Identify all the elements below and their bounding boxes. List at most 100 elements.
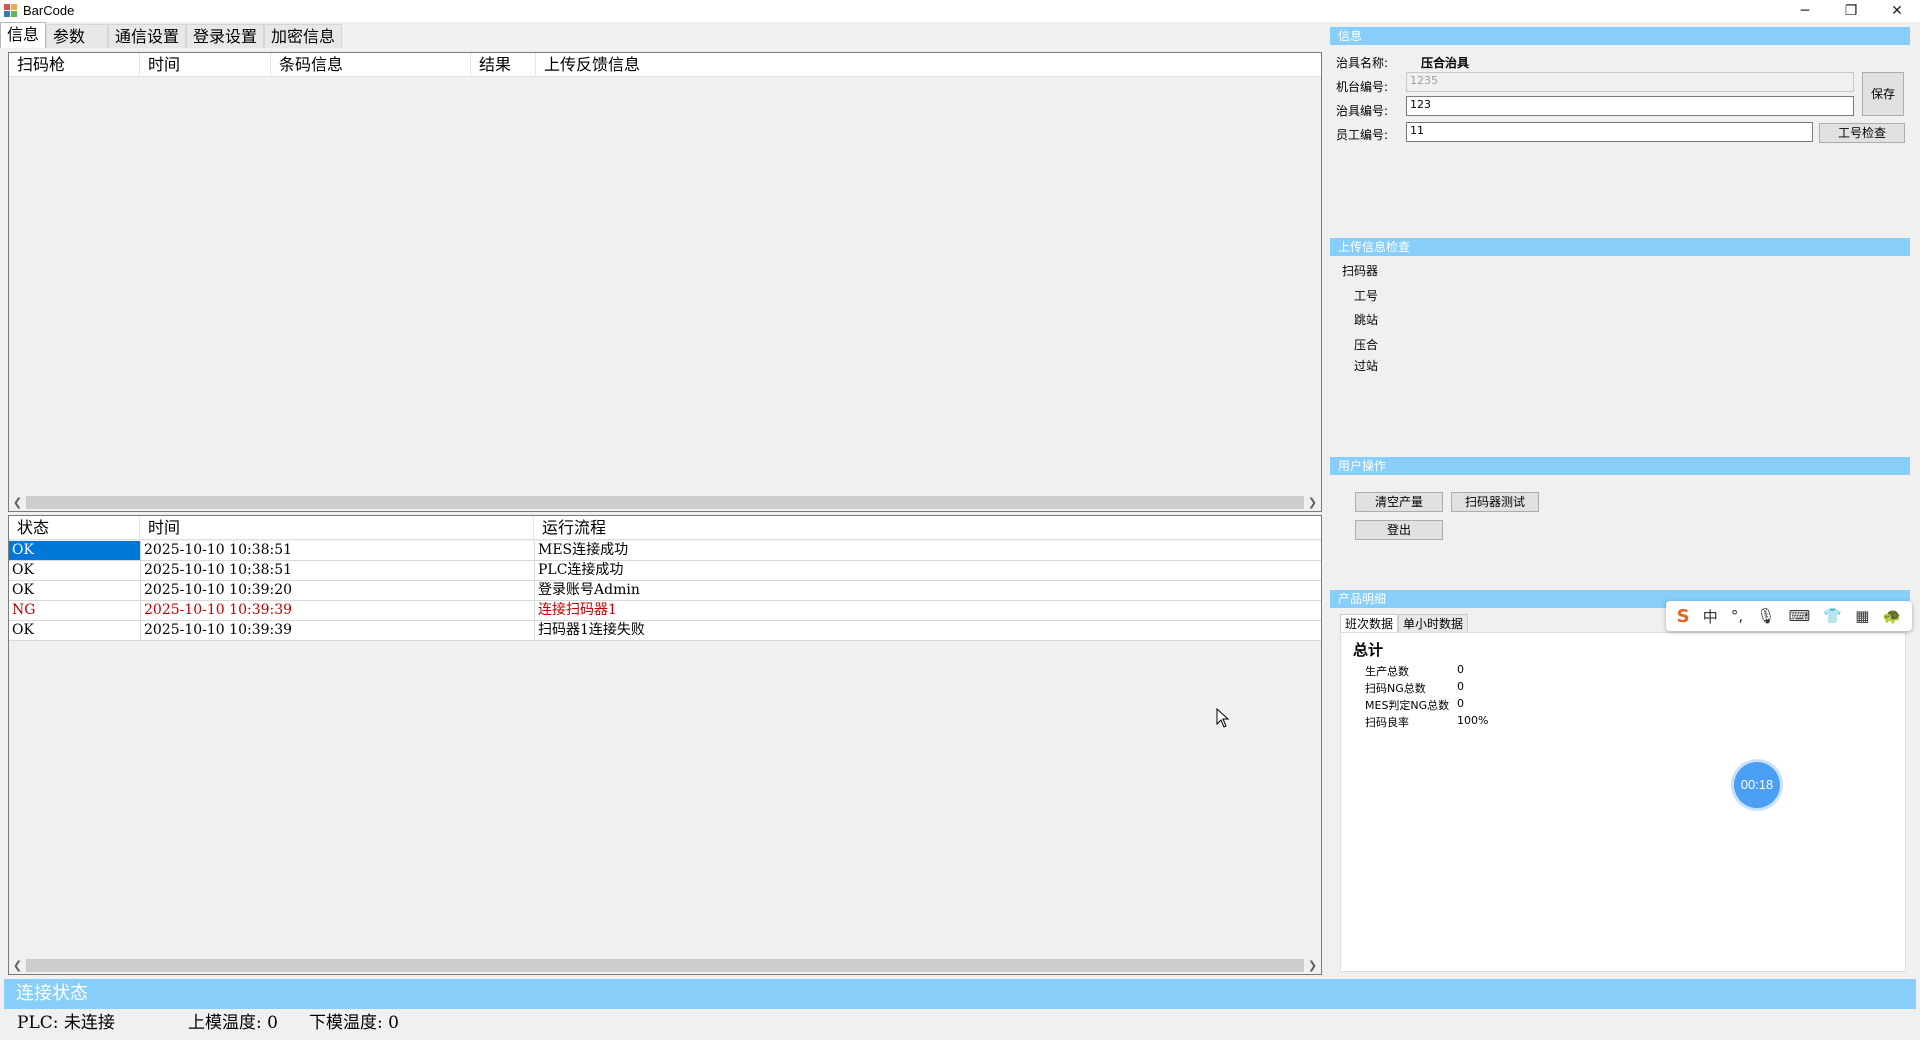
log-time-cell: 2025-10-10 10:39:20 xyxy=(140,581,534,600)
restore-button[interactable]: ❐ xyxy=(1828,0,1874,22)
ime-skin-icon[interactable]: 👕 xyxy=(1823,607,1842,625)
tree-item-press[interactable]: 压合 xyxy=(1354,336,1378,353)
ime-toolbar: S 中 °, 🎙 ⌨ 👕 ▦ 🐢 xyxy=(1666,601,1912,631)
col-flow[interactable]: 运行流程 xyxy=(534,516,834,540)
log-status-cell: OK xyxy=(12,582,34,598)
tree-item-pass-station[interactable]: 过站 xyxy=(1354,357,1378,374)
connection-status-bar: PLC: 未连接 上模温度: 0 下模温度: 0 xyxy=(4,1009,1916,1037)
ime-apps-icon[interactable]: ▦ xyxy=(1855,607,1869,625)
fixture-no-label: 治具编号: xyxy=(1336,104,1389,118)
scroll-thumb[interactable] xyxy=(26,496,1304,509)
ime-keyboard-icon[interactable]: ⌨ xyxy=(1789,607,1811,625)
tree-item-skip-station[interactable]: 跳站 xyxy=(1354,311,1378,328)
scroll-right-icon[interactable]: ❯ xyxy=(1304,494,1321,511)
info-panel-header: 信息 xyxy=(1330,27,1910,45)
fixture-no-field[interactable]: 123 xyxy=(1406,96,1854,116)
log-status-cell: OK xyxy=(9,541,140,560)
col-result[interactable]: 结果 xyxy=(471,53,536,77)
col-scanner[interactable]: 扫码枪 xyxy=(9,53,140,77)
col-status[interactable]: 状态 xyxy=(9,516,140,540)
tab-info[interactable]: 信息 xyxy=(0,22,47,48)
user-ops-header: 用户操作 xyxy=(1330,457,1910,475)
product-detail-panel: 产品明细 班次数据 单小时数据 总计 生产总数 0 扫码NG总数 0 MES判定… xyxy=(1330,590,1910,975)
employee-no-field[interactable]: 11 xyxy=(1406,122,1813,142)
scan-list-scrollbar[interactable]: ❮ ❯ xyxy=(9,494,1321,511)
tab-hourly-data[interactable]: 单小时数据 xyxy=(1398,614,1469,632)
close-button[interactable]: ✕ xyxy=(1874,0,1920,22)
col-log-time[interactable]: 时间 xyxy=(140,516,534,540)
employee-no-label: 员工编号: xyxy=(1336,128,1389,142)
log-flow-cell: 登录账号Admin xyxy=(534,581,1314,600)
minimize-button[interactable]: ─ xyxy=(1782,0,1828,22)
stat-label-scan-ng: 扫码NG总数 xyxy=(1365,682,1426,695)
log-list-view[interactable]: 状态 时间 运行流程 OK 2025-10-10 10:38:51 MES连接成功 O… xyxy=(8,515,1322,975)
main-tabs: 信息 参数 通信设置 登录设置 加密信息 xyxy=(0,22,343,48)
title-bar: BarCode ─ ❐ ✕ xyxy=(0,0,1920,22)
tree-item-employee[interactable]: 工号 xyxy=(1354,287,1378,304)
log-time-cell: 2025-10-10 10:39:39 xyxy=(140,621,534,640)
scroll-thumb[interactable] xyxy=(26,959,1304,972)
fixture-name-label: 治具名称: xyxy=(1336,56,1389,70)
stat-value-total: 0 xyxy=(1457,663,1464,676)
tab-login-settings[interactable]: 登录设置 xyxy=(186,24,265,48)
tab-comm-settings[interactable]: 通信设置 xyxy=(108,24,187,48)
scan-list-view[interactable]: 扫码枪 时间 条码信息 结果 上传反馈信息 ❮ ❯ xyxy=(8,52,1322,512)
log-status-cell: OK xyxy=(12,562,34,578)
upload-check-panel: 上传信息检查 扫码器 工号 跳站 压合 过站 xyxy=(1330,238,1910,448)
log-flow-cell: PLC连接成功 xyxy=(534,561,1314,580)
log-row[interactable]: OK 2025-10-10 10:38:51 PLC连接成功 xyxy=(9,561,1321,581)
col-time[interactable]: 时间 xyxy=(140,53,271,77)
tab-shift-data[interactable]: 班次数据 xyxy=(1340,614,1399,632)
machine-no-field[interactable]: 1235 xyxy=(1406,72,1854,92)
window-title: BarCode xyxy=(23,3,75,18)
tree-root-scanner[interactable]: 扫码器 xyxy=(1342,262,1378,279)
scroll-left-icon[interactable]: ❮ xyxy=(9,957,26,974)
tab-params[interactable]: 参数 xyxy=(46,24,109,48)
log-flow-cell: 扫码器1连接失败 xyxy=(534,621,1314,640)
ime-logo-icon[interactable]: S xyxy=(1677,606,1690,627)
stat-label-yield: 扫码良率 xyxy=(1365,716,1409,729)
log-row[interactable]: OK 2025-10-10 10:38:51 MES连接成功 xyxy=(9,541,1321,561)
machine-no-label: 机台编号: xyxy=(1336,80,1389,94)
app-icon xyxy=(4,4,18,18)
stat-label-mes-ng: MES判定NG总数 xyxy=(1365,699,1450,712)
clear-output-button[interactable]: 清空产量 xyxy=(1355,492,1443,512)
log-flow-cell: MES连接成功 xyxy=(534,541,1314,560)
col-upload-feedback[interactable]: 上传反馈信息 xyxy=(536,53,736,77)
scroll-left-icon[interactable]: ❮ xyxy=(9,494,26,511)
log-list-scrollbar[interactable]: ❮ ❯ xyxy=(9,957,1321,974)
ime-extra-icon[interactable]: 🐢 xyxy=(1883,607,1902,625)
log-list-header: 状态 时间 运行流程 xyxy=(9,516,1321,540)
scroll-right-icon[interactable]: ❯ xyxy=(1304,957,1321,974)
ime-mic-icon[interactable]: 🎙 xyxy=(1756,607,1775,625)
product-detail-tabs: 班次数据 单小时数据 xyxy=(1340,614,1469,632)
lower-mold-temp: 下模温度: 0 xyxy=(309,1013,399,1033)
logout-button[interactable]: 登出 xyxy=(1355,520,1443,540)
tab-encryption-info[interactable]: 加密信息 xyxy=(264,24,343,48)
recording-timer[interactable]: 00:18 xyxy=(1734,762,1780,808)
col-barcode[interactable]: 条码信息 xyxy=(271,53,471,77)
log-status-cell: NG xyxy=(12,602,36,618)
plc-status: PLC: 未连接 xyxy=(17,1013,115,1033)
fixture-name-value: 压合治具 xyxy=(1421,56,1470,70)
user-ops-panel: 用户操作 清空产量 扫码器测试 登出 xyxy=(1330,457,1910,587)
upper-mold-temp: 上模温度: 0 xyxy=(188,1013,278,1033)
info-panel: 信息 治具名称: 压合治具 机台编号: 1235 治具编号: 123 保存 员工… xyxy=(1330,27,1910,227)
log-row[interactable]: OK 2025-10-10 10:39:20 登录账号Admin xyxy=(9,581,1321,601)
scanner-test-button[interactable]: 扫码器测试 xyxy=(1451,492,1539,512)
save-button[interactable]: 保存 xyxy=(1862,72,1904,116)
stat-value-mes-ng: 0 xyxy=(1457,697,1464,710)
upload-check-header: 上传信息检查 xyxy=(1330,238,1910,256)
connection-status-header: 连接状态 xyxy=(4,979,1916,1009)
employee-check-button[interactable]: 工号检查 xyxy=(1819,123,1905,143)
log-row[interactable]: NG 2025-10-10 10:39:39 连接扫码器1 xyxy=(9,601,1321,621)
mouse-cursor-icon xyxy=(1216,708,1230,728)
scan-list-header: 扫码枪 时间 条码信息 结果 上传反馈信息 xyxy=(9,53,1321,77)
stat-value-yield: 100% xyxy=(1457,714,1489,727)
ime-mode-icon[interactable]: 中 xyxy=(1703,606,1718,627)
log-row[interactable]: OK 2025-10-10 10:39:39 扫码器1连接失败 xyxy=(9,621,1321,641)
stat-value-scan-ng: 0 xyxy=(1457,680,1464,693)
total-label: 总计 xyxy=(1353,641,1384,659)
ime-punct-icon[interactable]: °, xyxy=(1731,607,1743,625)
stat-label-total: 生产总数 xyxy=(1365,665,1409,678)
